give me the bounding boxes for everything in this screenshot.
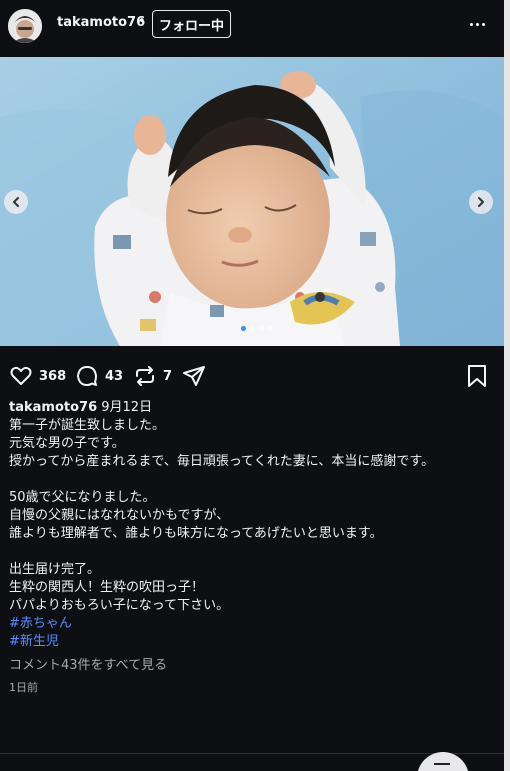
share-button[interactable] — [182, 364, 206, 388]
send-icon — [183, 366, 205, 386]
chevron-left-icon — [13, 197, 19, 207]
hashtag-link[interactable]: #赤ちゃん — [9, 615, 499, 633]
caption-line: 自慢の父親にはなれないかもですが、 — [9, 508, 230, 523]
header-username[interactable]: takamoto76 — [57, 15, 145, 30]
hashtag-link[interactable]: #新生児 — [9, 633, 499, 651]
like-count: 368 — [39, 368, 67, 384]
post-caption: takamoto76 9月12日 第一子が誕生致しました。 元気な男の子です。 … — [9, 399, 499, 651]
view-all-comments-link[interactable]: コメント43件をすべて見る — [9, 654, 167, 673]
caption-line: パパよりおもろい子になって下さい。 — [9, 598, 230, 613]
caption-line: 50歳で父になりました。 — [9, 490, 156, 505]
carousel-dot — [250, 326, 255, 331]
caption-date: 9月12日 — [101, 400, 153, 415]
repost-button[interactable]: 7 — [133, 364, 172, 388]
carousel-dot-active — [241, 326, 246, 331]
messages-button[interactable] — [417, 752, 469, 771]
comment-count: 43 — [105, 368, 124, 384]
post-container: takamoto76 • フォロー中 368 43 7 takamoto76 9… — [0, 0, 504, 771]
post-header: takamoto76 • フォロー中 — [0, 0, 504, 52]
more-options-icon[interactable] — [463, 12, 491, 36]
avatar[interactable] — [8, 9, 42, 43]
chevron-right-icon — [478, 197, 484, 207]
post-timestamp: 1日前 — [9, 681, 38, 694]
bookmark-icon — [468, 365, 486, 387]
save-button[interactable] — [466, 364, 488, 388]
repost-icon — [136, 366, 154, 386]
repost-count: 7 — [163, 368, 173, 384]
caption-meta: takamoto76 9月12日 — [9, 399, 499, 417]
like-button[interactable]: 368 — [9, 364, 66, 388]
action-bar: 368 43 7 — [0, 360, 504, 394]
carousel-prev-button[interactable] — [4, 190, 28, 214]
caption-line: 生粋の関西人！生粋の吹田っ子！ — [9, 580, 205, 595]
comment-button[interactable]: 43 — [75, 364, 123, 388]
avatar-image — [8, 9, 42, 43]
header-separator: • — [138, 14, 146, 29]
post-image[interactable] — [0, 57, 504, 346]
scrollbar[interactable] — [504, 0, 510, 771]
divider — [0, 753, 504, 754]
comment-icon — [77, 366, 97, 386]
carousel-indicator — [241, 326, 273, 331]
carousel-dot — [259, 326, 264, 331]
caption-line: 授かってから産まれるまで、毎日頑張ってくれた妻に、本当に感謝です。 — [9, 454, 435, 469]
heart-icon — [10, 366, 32, 385]
menu-icon — [434, 763, 450, 771]
caption-line: 誰よりも理解者で、誰よりも味方になってあげたいと思います。 — [9, 526, 383, 541]
newborn-photo — [0, 57, 504, 346]
carousel-next-button[interactable] — [469, 190, 493, 214]
caption-line: 出生届け完了。 — [9, 562, 101, 577]
caption-line: 第一子が誕生致しました。 — [9, 418, 166, 433]
caption-username[interactable]: takamoto76 — [9, 400, 97, 415]
carousel-dot — [268, 326, 273, 331]
caption-line: 元気な男の子です。 — [9, 436, 125, 451]
following-button[interactable]: フォロー中 — [152, 10, 232, 38]
